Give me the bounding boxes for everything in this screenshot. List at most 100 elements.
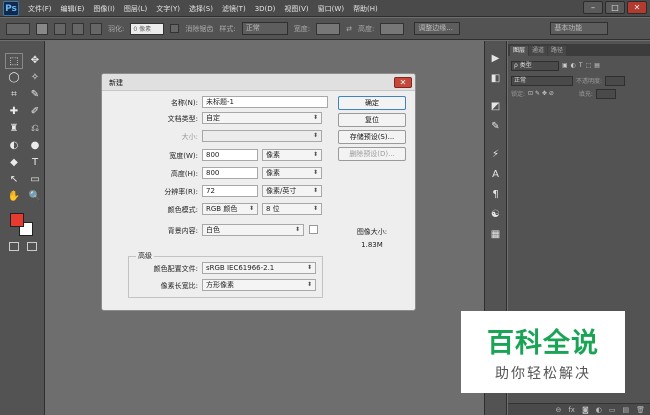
menu-window[interactable]: 窗口(W) [318, 4, 344, 14]
tab-channels[interactable]: 通道 [529, 46, 548, 56]
ok-button[interactable]: 确定 [338, 96, 406, 110]
menu-file[interactable]: 文件(F) [28, 4, 52, 14]
type-tool-icon[interactable]: T [26, 155, 44, 171]
fill-input[interactable] [595, 88, 616, 99]
filter-type-icon[interactable]: T [579, 62, 583, 69]
filter-smart-icon[interactable]: ▤ [594, 62, 600, 69]
actions-panel-icon[interactable]: ◧ [485, 69, 506, 89]
paragraph-panel-icon[interactable]: ¶ [485, 185, 506, 205]
marquee-tool-icon[interactable]: ⬚ [5, 53, 23, 69]
minimize-button[interactable]: – [583, 1, 603, 14]
blur-icon[interactable]: ◆ [5, 155, 23, 171]
color-mode-select[interactable]: RGB 颜色 ⬍ [202, 203, 258, 215]
menu-select[interactable]: 选择(S) [189, 4, 213, 14]
foreground-color-swatch[interactable] [10, 213, 24, 227]
blend-mode-select[interactable]: 正常 [511, 75, 573, 86]
workspace-select[interactable]: 基本功能 [550, 22, 609, 35]
width-input[interactable]: 800 [202, 149, 258, 161]
link-layers-icon[interactable]: ⊖ [555, 406, 561, 414]
color-profile-select[interactable]: sRGB IEC61966-2.1 ⬍ [202, 262, 316, 274]
height-input[interactable]: 800 [202, 167, 258, 179]
rectangle-tool-icon[interactable]: ▭ [26, 172, 44, 188]
menu-type[interactable]: 文字(Y) [156, 4, 180, 14]
styles-panel-icon[interactable]: ☯ [485, 205, 506, 225]
name-input[interactable]: 未标题-1 [202, 96, 328, 108]
subtract-selection-icon[interactable] [72, 22, 84, 35]
brush-tool-icon[interactable]: ✐ [26, 104, 44, 120]
doc-type-select[interactable]: 自定 ⬍ [202, 112, 322, 124]
screen-mode-icon[interactable] [27, 242, 37, 251]
restore-button[interactable]: □ [605, 1, 625, 14]
group-icon[interactable]: ▭ [609, 406, 616, 414]
eyedropper-icon[interactable]: ✎ [26, 87, 44, 103]
chevron-down-icon: ⬍ [312, 169, 318, 176]
trash-icon[interactable]: 🗑 [636, 406, 645, 414]
gradient-icon[interactable]: ● [26, 138, 44, 154]
tab-paths[interactable]: 路径 [548, 46, 567, 56]
menu-help[interactable]: 帮助(H) [353, 4, 378, 14]
lock-pixels-icon[interactable]: ⊡ ✎ ✥ ⊘ [528, 90, 554, 97]
properties-panel-icon[interactable]: ◩ [485, 97, 506, 117]
path-select-icon[interactable]: ↖ [5, 172, 23, 188]
reset-button[interactable]: 复位 [338, 113, 406, 127]
layer-style-icon[interactable]: fx [568, 406, 575, 414]
bit-depth-select[interactable]: 8 位 ⬍ [262, 203, 322, 215]
crop-tool-icon[interactable]: ⌗ [5, 87, 23, 103]
menu-3d[interactable]: 3D(D) [255, 5, 276, 13]
add-selection-icon[interactable] [54, 22, 66, 35]
filter-adjust-icon[interactable]: ◐ [571, 62, 576, 69]
resolution-unit-select[interactable]: 像素/英寸 ⬍ [262, 185, 322, 197]
tab-layers[interactable]: 图层 [510, 46, 529, 56]
menu-layer[interactable]: 图层(L) [124, 4, 147, 14]
hand-tool-icon[interactable]: ✋ [5, 189, 23, 205]
dialog-close-icon[interactable]: ✕ [394, 77, 412, 88]
filter-shape-icon[interactable]: ⬚ [586, 62, 592, 69]
chevron-down-icon: ⬍ [312, 132, 318, 139]
zoom-tool-icon[interactable]: 🔍 [26, 189, 44, 205]
save-preset-button[interactable]: 存储预设(S)... [338, 130, 406, 144]
refine-edge-button[interactable]: 调整边缘... [414, 22, 461, 35]
eraser-icon[interactable]: ◐ [5, 138, 23, 154]
pixel-aspect-select[interactable]: 方形像素 ⬍ [202, 279, 316, 291]
style-select[interactable]: 正常 [241, 22, 288, 35]
height-unit-select[interactable]: 像素 ⬍ [262, 167, 322, 179]
menu-edit[interactable]: 编辑(E) [61, 4, 85, 14]
width-unit-select[interactable]: 像素 ⬍ [262, 149, 322, 161]
character-panel-icon[interactable]: A [485, 165, 506, 185]
menu-filter[interactable]: 滤镜(T) [222, 4, 246, 14]
menu-view[interactable]: 视图(V) [284, 4, 308, 14]
chevron-down-icon: ⬍ [248, 205, 254, 212]
lasso-tool-icon[interactable]: ◯ [5, 70, 23, 86]
quick-mask-icon[interactable] [9, 242, 19, 251]
background-color-swatch-box[interactable] [309, 225, 318, 234]
clone-stamp-icon[interactable]: ♜ [5, 121, 23, 137]
antialias-checkbox[interactable] [170, 24, 180, 33]
healing-brush-icon[interactable]: ✚ [5, 104, 23, 120]
brush-presets-icon[interactable]: ✎ [485, 117, 506, 137]
swap-icon[interactable]: ⇄ [346, 25, 352, 33]
pixel-aspect-label: 像素长宽比: [160, 282, 198, 290]
menu-image[interactable]: 图像(I) [93, 4, 115, 14]
intersect-selection-icon[interactable] [90, 22, 102, 35]
opacity-input[interactable] [605, 75, 626, 86]
history-panel-icon[interactable]: ▶ [485, 49, 506, 69]
feather-input[interactable]: 0 像素 [130, 22, 165, 35]
window-close-button[interactable]: ✕ [627, 1, 647, 14]
height-input[interactable] [380, 22, 405, 35]
feather-label: 羽化: [108, 24, 125, 33]
new-selection-icon[interactable] [36, 22, 48, 35]
width-input[interactable] [316, 22, 341, 35]
adjustment-layer-icon[interactable]: ◐ [596, 406, 602, 414]
new-layer-icon[interactable]: ▤ [622, 406, 629, 414]
filter-image-icon[interactable]: ▣ [562, 62, 568, 69]
swatches-panel-icon[interactable]: ▦ [485, 225, 506, 245]
marquee-tool-preset-icon[interactable] [6, 22, 30, 35]
move-tool-icon[interactable]: ✥ [26, 53, 44, 69]
layer-mask-icon[interactable]: ◙ [582, 406, 589, 414]
history-brush-icon[interactable]: ⎌ [26, 121, 44, 137]
magic-wand-icon[interactable]: ✧ [26, 70, 44, 86]
background-select[interactable]: 白色 ⬍ [202, 224, 304, 236]
adjustments-panel-icon[interactable]: ⚡ [485, 145, 506, 165]
layer-kind-select[interactable]: ρ 类型 [511, 60, 559, 71]
resolution-input[interactable]: 72 [202, 185, 258, 197]
